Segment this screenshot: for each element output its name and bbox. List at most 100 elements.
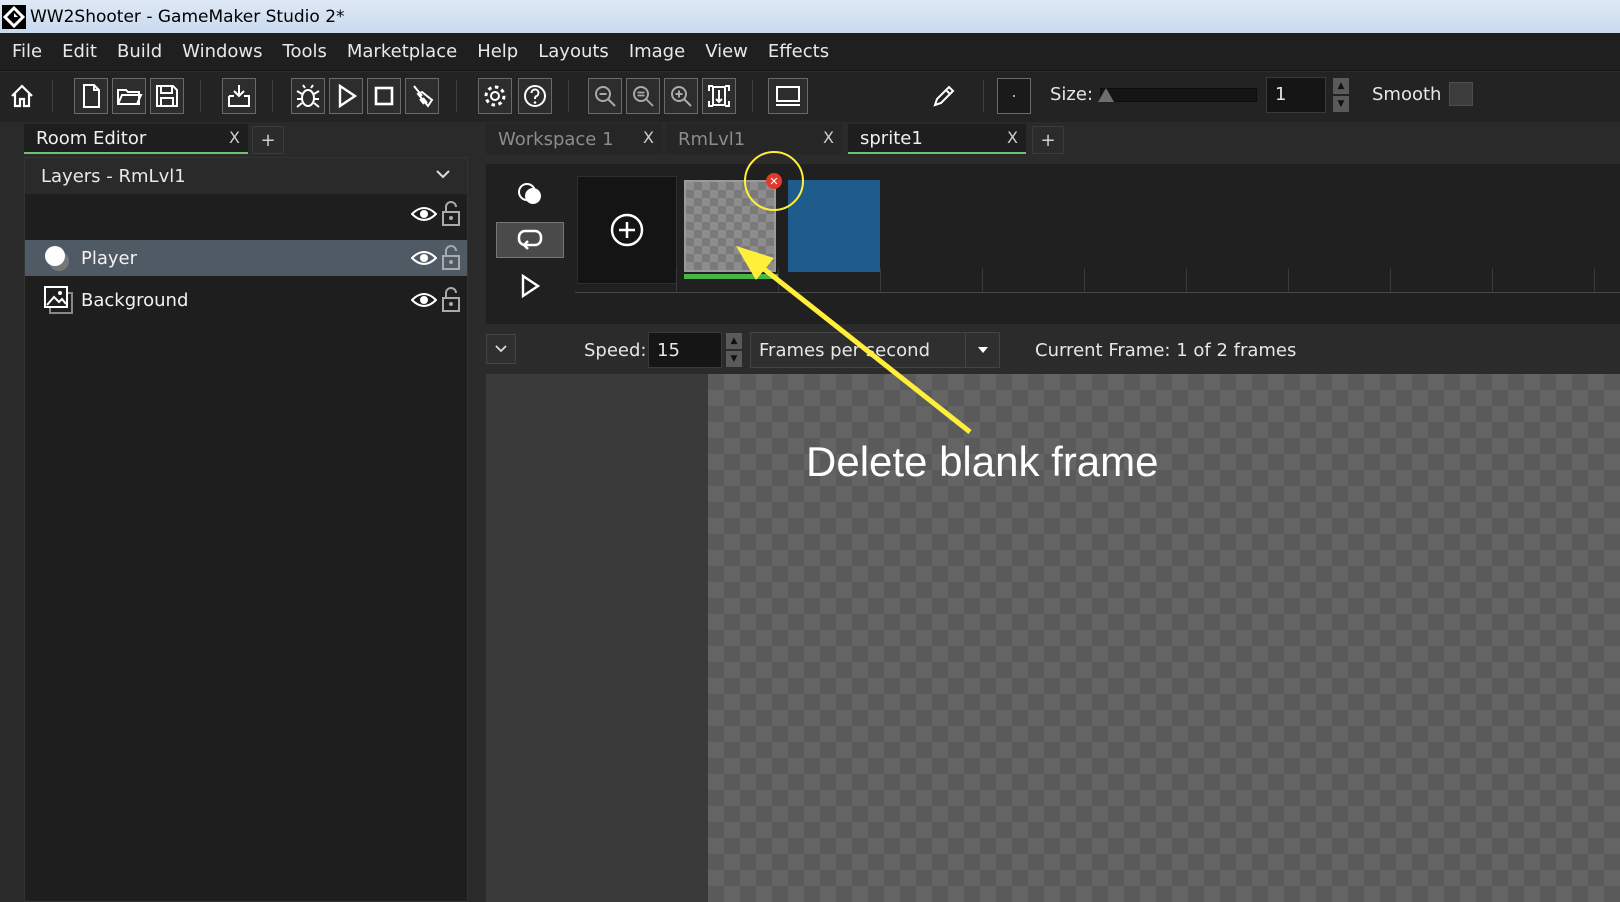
zoom-reset-icon[interactable] [626,78,660,114]
toolbar-separator [200,80,201,112]
toolbar-separator [568,80,569,112]
tab-close-button[interactable]: X [229,128,240,147]
dropdown-arrow-icon[interactable] [965,333,999,367]
debug-bug-icon[interactable] [291,78,325,114]
plus-circle-icon [610,213,644,247]
add-tab-button[interactable]: + [252,126,284,154]
menu-image[interactable]: Image [619,41,695,62]
tab-room-editor[interactable]: Room Editor X [24,124,248,154]
layer-label-background: Background [81,289,189,311]
add-tab-button[interactable]: + [1032,126,1064,154]
annotation-highlight-circle [744,151,804,211]
new-file-icon[interactable] [74,78,108,114]
annotation-text: Delete blank frame [806,438,1159,485]
tab-close-button[interactable]: X [823,128,834,147]
stop-icon[interactable] [367,78,401,114]
smooth-label: Smooth [1372,84,1442,105]
animation-controls: Speed: 15 ▲ ▼ Frames per second Current … [486,332,1620,368]
tab-close-button[interactable]: X [1007,128,1018,147]
size-spin-up[interactable]: ▲ [1333,78,1349,94]
toolbar-separator [272,80,273,112]
toolbar-separator [456,80,457,112]
lock-open-icon[interactable] [441,245,461,271]
gamemaker-logo-icon [2,4,26,29]
workspace-tab-bar: Workspace 1 X RmLvl1 X sprite1 X + [486,122,1620,156]
menu-effects[interactable]: Effects [758,41,839,62]
size-slider-track[interactable] [1100,88,1257,102]
timeline-tick [1390,268,1391,292]
menu-layouts[interactable]: Layouts [528,41,619,62]
eye-icon[interactable] [411,290,437,310]
brush-size-preview[interactable] [997,78,1031,114]
clean-broom-icon[interactable] [405,78,439,114]
layers-title: Layers - RmLvl1 [41,165,186,187]
menu-file[interactable]: File [0,41,52,62]
loop-button[interactable] [496,222,564,258]
collapse-button[interactable] [486,334,516,364]
layer-item-player[interactable]: Player [25,240,467,276]
onion-skin-button[interactable] [496,176,564,212]
chevron-down-icon[interactable] [433,164,453,184]
layers-toolbar-row [25,196,467,232]
menu-view[interactable]: View [695,41,758,62]
main-toolbar: Size: 1 ▲ ▼ Smooth [0,72,1620,122]
timeline-tick [982,268,983,292]
size-spin-down[interactable]: ▼ [1333,96,1349,112]
smooth-checkbox[interactable] [1449,82,1473,106]
eye-icon[interactable] [411,248,437,268]
add-frame-button[interactable] [577,176,677,284]
window-title: WW2Shooter - GameMaker Studio 2* [30,6,345,27]
lock-open-icon[interactable] [441,287,461,313]
menu-help[interactable]: Help [467,41,528,62]
timeline-tick [1186,268,1187,292]
toolbar-separator [52,80,53,112]
tab-label: Workspace 1 [498,128,614,150]
speed-unit-value: Frames per second [759,340,930,361]
title-bar: WW2Shooter - GameMaker Studio 2* [0,0,1620,33]
help-icon[interactable] [518,78,552,114]
room-editor-pane: Room Editor X + Layers - RmLvl1 Player B… [0,122,478,902]
layer-item-background[interactable]: Background [25,282,467,318]
size-slider-thumb[interactable] [1098,88,1114,102]
menu-tools[interactable]: Tools [273,41,337,62]
loop-icon [517,229,543,250]
home-icon[interactable] [5,78,39,114]
speed-label: Speed: [584,340,647,361]
export-icon[interactable] [222,78,256,114]
open-folder-icon[interactable] [112,78,146,114]
menu-edit[interactable]: Edit [52,41,107,62]
run-play-icon[interactable] [329,78,363,114]
save-icon[interactable] [150,78,184,114]
lock-open-icon[interactable] [441,201,461,227]
menu-marketplace[interactable]: Marketplace [337,41,467,62]
timeline-line [575,292,1620,293]
tab-close-button[interactable]: X [643,128,654,147]
speed-spin-up[interactable]: ▲ [726,333,742,349]
sprite-editor: ✕ Speed: 15 ▲ ▼ Frames per second Curren… [486,151,1620,902]
speed-unit-select[interactable]: Frames per second [750,332,1000,368]
tab-workspace-1[interactable]: Workspace 1 X [486,124,662,154]
monitor-icon[interactable] [768,78,808,114]
fit-window-icon[interactable] [702,78,736,114]
speed-input[interactable]: 15 [648,332,722,368]
timeline-tick [1084,268,1085,292]
menu-build[interactable]: Build [107,41,172,62]
pencil-icon[interactable] [927,78,961,114]
toolbar-separator [983,80,984,112]
zoom-in-icon[interactable] [664,78,698,114]
timeline-tick [1594,268,1595,292]
layers-header[interactable]: Layers - RmLvl1 [25,158,467,194]
settings-gear-icon[interactable] [478,78,512,114]
tab-label: RmLvl1 [678,128,746,150]
tab-sprite1[interactable]: sprite1 X [848,124,1026,154]
tab-label: Room Editor [36,127,147,149]
frame-thumbnail-2[interactable] [788,180,880,272]
tab-rmlvl1[interactable]: RmLvl1 X [666,124,842,154]
instance-layer-icon [45,246,69,271]
speed-spin-down[interactable]: ▼ [726,351,742,367]
play-animation-button[interactable] [496,268,564,304]
eye-icon[interactable] [411,204,437,224]
menu-windows[interactable]: Windows [172,41,272,62]
size-input[interactable]: 1 [1266,77,1326,113]
zoom-out-icon[interactable] [588,78,622,114]
